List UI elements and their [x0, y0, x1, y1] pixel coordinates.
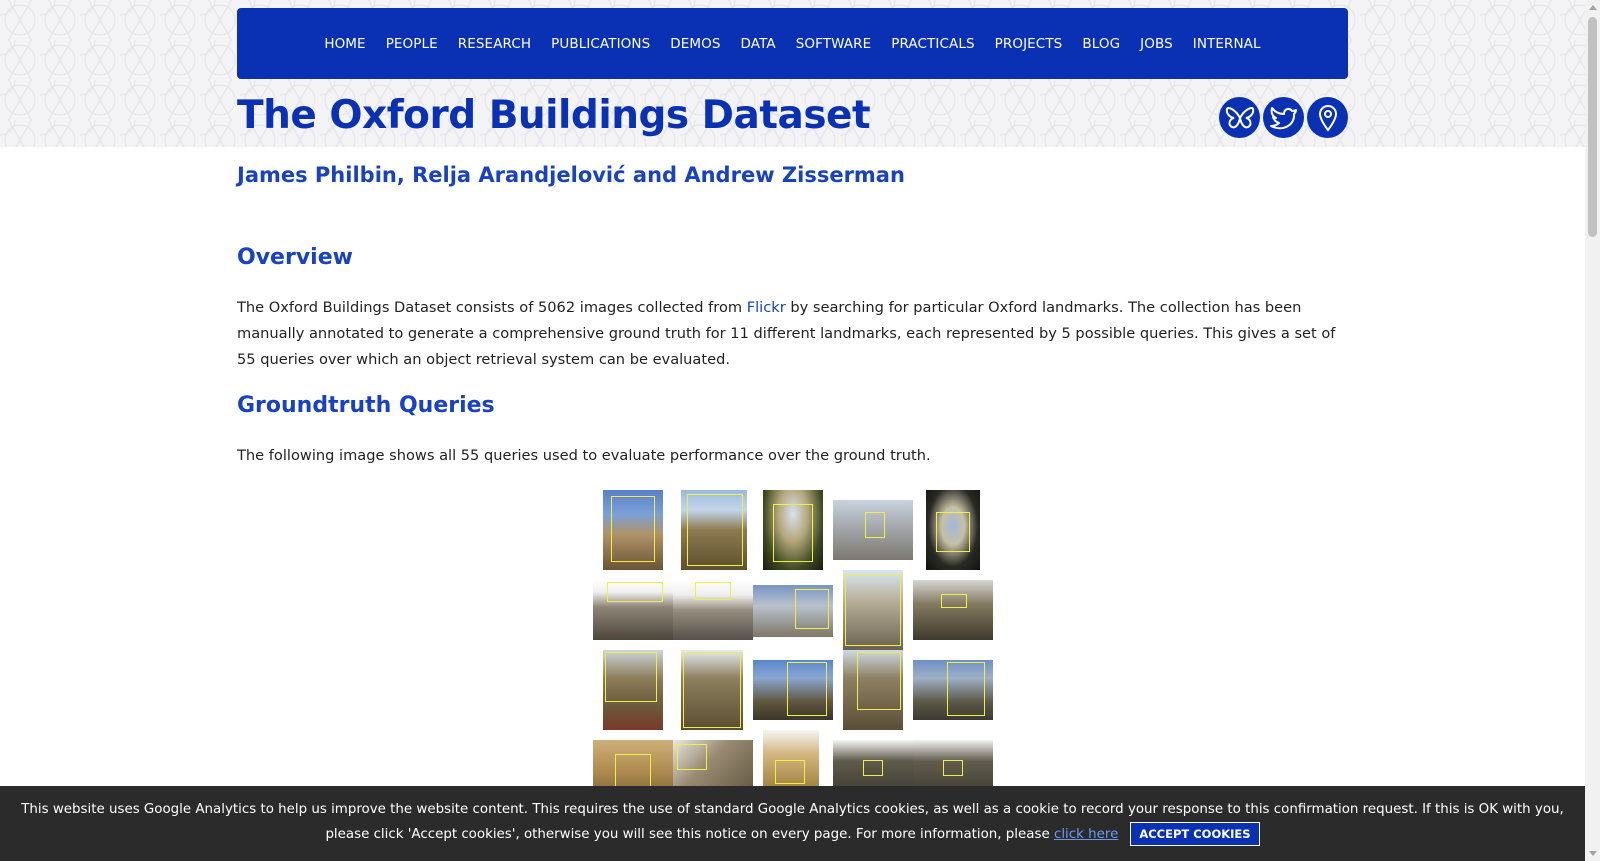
accept-cookies-button[interactable]: ACCEPT COOKIES [1130, 822, 1260, 846]
scrollbar-thumb[interactable] [1588, 17, 1597, 237]
query-thumbnail [763, 490, 823, 570]
map-pin-icon[interactable] [1307, 97, 1348, 138]
query-thumbnail [843, 650, 903, 730]
query-thumbnail [913, 660, 993, 720]
page-scrollbar[interactable] [1585, 0, 1600, 861]
query-images-grid [593, 490, 994, 810]
cookie-banner: This website uses Google Analytics to he… [0, 786, 1585, 861]
groundtruth-heading: Groundtruth Queries [237, 393, 495, 418]
query-thumbnail [913, 580, 993, 640]
query-thumbnail [681, 490, 747, 570]
query-thumbnail [593, 580, 673, 640]
nav-data[interactable]: DATA [741, 36, 776, 52]
authors-line: James Philbin, Relja Arandjelović and An… [237, 163, 905, 187]
nav-research[interactable]: RESEARCH [458, 36, 531, 52]
twitter-bird-icon[interactable] [1263, 97, 1304, 138]
nav-demos[interactable]: DEMOS [670, 36, 720, 52]
query-thumbnail [833, 500, 913, 560]
nav-publications[interactable]: PUBLICATIONS [551, 36, 650, 52]
nav-blog[interactable]: BLOG [1082, 36, 1120, 52]
butterfly-icon[interactable] [1219, 97, 1260, 138]
cookie-text: This website uses Google Analytics to he… [21, 802, 1564, 842]
nav-home[interactable]: HOME [324, 36, 365, 52]
nav-internal[interactable]: INTERNAL [1193, 36, 1261, 52]
scroll-up-arrow-icon[interactable] [1589, 5, 1597, 10]
nav-jobs[interactable]: JOBS [1140, 36, 1173, 52]
overview-heading: Overview [237, 245, 353, 270]
social-links [1219, 97, 1348, 138]
nav-people[interactable]: PEOPLE [386, 36, 438, 52]
groundtruth-paragraph: The following image shows all 55 queries… [237, 447, 931, 464]
query-thumbnail [673, 580, 753, 640]
nav-projects[interactable]: PROJECTS [995, 36, 1063, 52]
query-thumbnail [753, 585, 833, 637]
query-thumbnail [603, 650, 663, 730]
query-thumbnail [926, 490, 980, 570]
query-thumbnail [603, 490, 663, 570]
query-thumbnail [843, 570, 903, 650]
nav-software[interactable]: SOFTWARE [796, 36, 872, 52]
main-navbar: HOME PEOPLE RESEARCH PUBLICATIONS DEMOS … [237, 8, 1348, 79]
overview-paragraph: The Oxford Buildings Dataset consists of… [237, 295, 1348, 373]
page-title: The Oxford Buildings Dataset [237, 93, 871, 138]
overview-text-start: The Oxford Buildings Dataset consists of… [237, 299, 747, 316]
query-thumbnail [753, 660, 833, 720]
query-thumbnail [681, 650, 743, 730]
nav-practicals[interactable]: PRACTICALS [891, 36, 974, 52]
cookie-info-link[interactable]: click here [1054, 827, 1118, 842]
scroll-down-arrow-icon[interactable] [1589, 851, 1597, 856]
flickr-link[interactable]: Flickr [747, 299, 786, 316]
